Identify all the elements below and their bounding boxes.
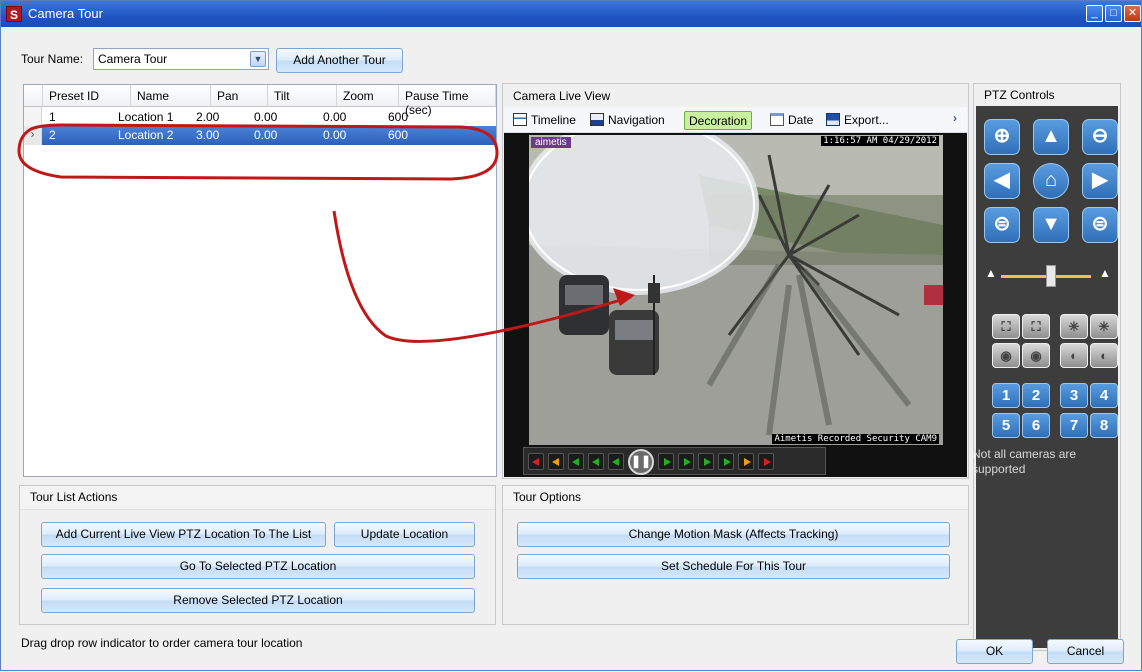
annotation-overlay: [17, 123, 635, 343]
annotation-arrow: [332, 210, 632, 343]
annotation-arrowhead: [613, 288, 635, 306]
annotation-ellipse: [17, 123, 499, 181]
camera-tour-window: S Camera Tour _ □ ✕ Tour Name: Camera To…: [0, 0, 1142, 671]
